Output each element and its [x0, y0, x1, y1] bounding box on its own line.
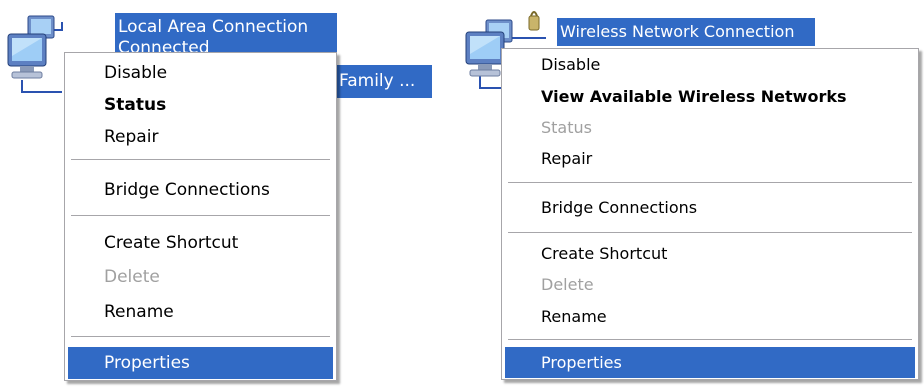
menu-item-bridge-connections[interactable]: Bridge Connections [505, 192, 915, 223]
wireless-connection-label[interactable]: Wireless Network Connection [557, 18, 815, 46]
menu-item-delete: Delete [104, 267, 160, 287]
context-menu-local: Disable Status Repair Bridge Connections… [64, 52, 337, 381]
menu-item-status: Status [541, 118, 592, 137]
menu-separator [508, 232, 912, 233]
menu-item-delete: Delete [541, 275, 594, 294]
menu-item-bridge-connections[interactable]: Bridge Connections [68, 174, 333, 206]
menu-separator [508, 182, 912, 183]
connection-name: Wireless Network Connection [560, 22, 795, 41]
connection-name: Local Area Connection [118, 17, 309, 37]
menu-item-disable[interactable]: Disable [505, 49, 915, 80]
menu-item-create-shortcut[interactable]: Create Shortcut [68, 227, 333, 259]
menu-item-repair[interactable]: Repair [68, 121, 333, 153]
context-menu-wireless: Disable View Available Wireless Networks… [501, 48, 919, 380]
menu-item-rename[interactable]: Rename [68, 296, 333, 328]
network-connections-window: Local Area Connection Connected Family .… [0, 0, 924, 388]
menu-item-properties[interactable]: Properties [68, 347, 333, 379]
local-connection-label[interactable]: Local Area Connection Connected [115, 13, 337, 58]
menu-separator [71, 215, 330, 216]
local-connection-device-label[interactable]: Family ... [336, 65, 432, 98]
menu-item-rename[interactable]: Rename [505, 301, 915, 332]
menu-item-view-wireless-networks[interactable]: View Available Wireless Networks [505, 81, 915, 112]
menu-separator [508, 339, 912, 340]
menu-item-create-shortcut[interactable]: Create Shortcut [505, 238, 915, 269]
menu-separator [71, 336, 330, 337]
connection-device: Family ... [339, 71, 416, 91]
menu-separator [71, 159, 330, 160]
menu-item-repair[interactable]: Repair [505, 143, 915, 174]
menu-item-disable[interactable]: Disable [68, 57, 333, 89]
network-computers-icon[interactable] [4, 12, 68, 96]
menu-item-status[interactable]: Status [68, 89, 333, 121]
menu-item-properties[interactable]: Properties [505, 347, 915, 378]
